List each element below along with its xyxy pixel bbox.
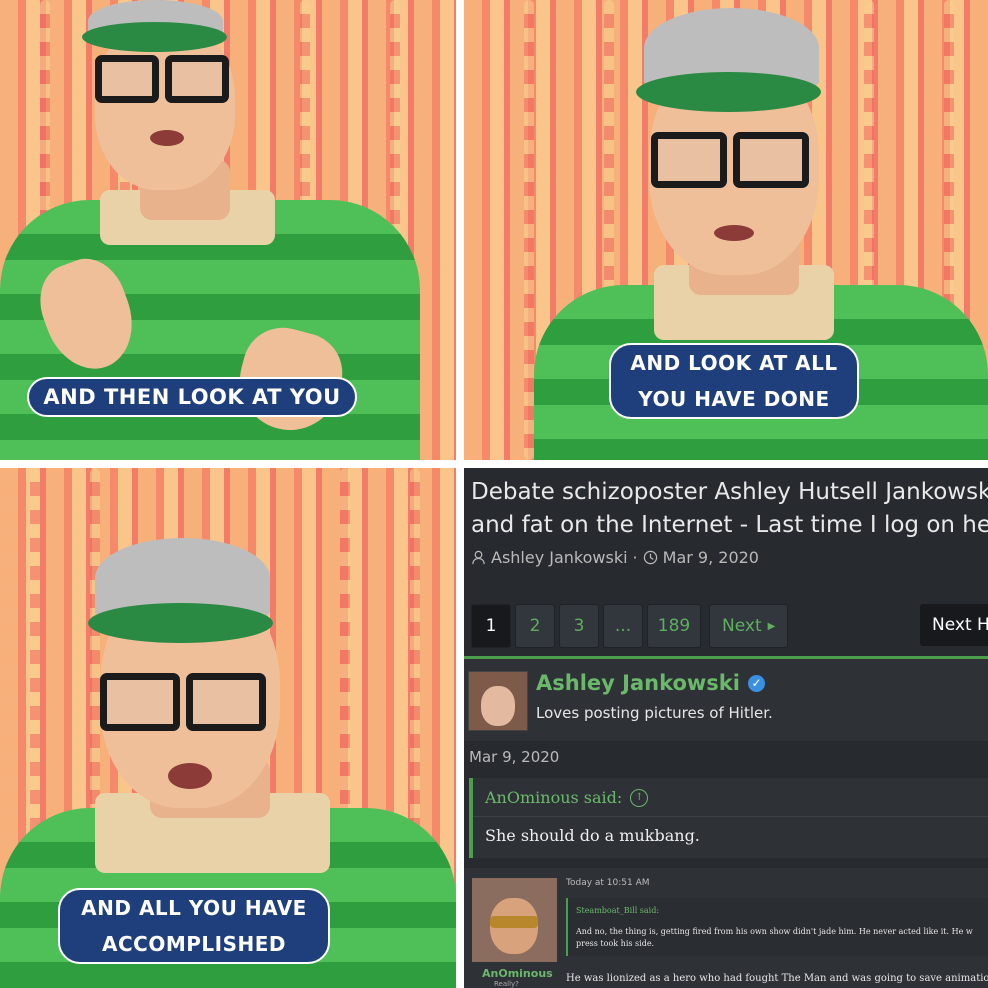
caption-line: ACCOMPLISHED: [102, 932, 286, 956]
clock-icon: [643, 550, 657, 565]
caption-line: AND LOOK AT ALL: [630, 351, 838, 375]
quote-header[interactable]: AnOminous said: ↑: [485, 788, 649, 807]
page-2-button[interactable]: 2: [515, 604, 555, 648]
caret-right-icon: ▶: [767, 620, 776, 632]
pagination: 1 2 3 ... 189 Next ▶: [471, 604, 789, 648]
post-body: He was lionized as a hero who had fought…: [566, 973, 988, 984]
quote-author[interactable]: Steamboat_Bill said:: [576, 906, 659, 915]
page-last-button[interactable]: 189: [647, 604, 701, 648]
cap-brim: [88, 603, 273, 643]
quote-divider: [473, 816, 988, 817]
thread-title-line: and fat on the Internet - Last time I lo…: [471, 512, 988, 538]
quote-block: Steamboat_Bill said: And no, the thing i…: [566, 898, 988, 956]
thread-author[interactable]: Ashley Jankowski: [491, 548, 628, 567]
post-date[interactable]: Mar 9, 2020: [469, 748, 559, 766]
meme-panel-2: AND LOOK AT ALL YOU HAVE DONE: [464, 0, 988, 460]
mouth: [168, 763, 212, 789]
cap-brim: [636, 72, 821, 112]
thread-title-line: Debate schizoposter Ashley Hutsell Janko…: [471, 479, 988, 505]
page-ellipsis-button[interactable]: ...: [603, 604, 643, 648]
quote-text: And no, the thing is, getting fired from…: [576, 926, 986, 950]
quote-author: AnOminous said:: [485, 788, 623, 807]
mouth: [150, 130, 184, 146]
meta-separator: ·: [632, 548, 638, 567]
arrow-up-circle-icon[interactable]: ↑: [630, 788, 649, 807]
glasses-icon: [651, 132, 809, 188]
post-username-label: Ashley Jankowski: [536, 671, 740, 695]
forum-screenshot: Debate schizoposter Ashley Hutsell Janko…: [464, 468, 988, 988]
meme-panel-1: AND THEN LOOK AT YOU: [0, 0, 456, 460]
verified-badge-icon: ✓: [747, 674, 765, 692]
mouth: [714, 225, 754, 241]
post-username[interactable]: AnOminous: [482, 967, 553, 980]
page-1-button[interactable]: 1: [471, 604, 511, 648]
caption-panel-1: AND THEN LOOK AT YOU: [27, 377, 357, 417]
thread-date[interactable]: Mar 9, 2020: [663, 548, 759, 567]
post-username[interactable]: Ashley Jankowski ✓: [536, 671, 765, 695]
glasses-icon: [95, 55, 229, 103]
cap-brim: [82, 22, 227, 52]
post-timestamp[interactable]: Today at 10:51 AM: [566, 878, 650, 888]
quote-line: And no, the thing is, getting fired from…: [576, 927, 973, 936]
user-title: Really?: [494, 980, 519, 988]
caption-panel-3: AND ALL YOU HAVE ACCOMPLISHED: [58, 888, 330, 964]
quote-line: press took his side.: [576, 939, 655, 948]
next-page-button[interactable]: Next ▶: [709, 604, 789, 648]
avatar[interactable]: [468, 671, 528, 731]
caption-panel-2: AND LOOK AT ALL YOU HAVE DONE: [609, 343, 859, 419]
page-3-button[interactable]: 3: [559, 604, 599, 648]
quote-text: She should do a mukbang.: [485, 826, 700, 845]
quote-block: AnOminous said: ↑ She should do a mukban…: [469, 778, 988, 858]
post-header: Ashley Jankowski ✓ Loves posting picture…: [464, 656, 988, 741]
glasses-icon: [100, 673, 266, 731]
embedded-post: AnOminous Really? Today at 10:51 AM Stea…: [464, 868, 988, 988]
user-icon: [472, 550, 485, 565]
meme-panel-3: AND ALL YOU HAVE ACCOMPLISHED: [0, 468, 456, 988]
next-label: Next: [722, 616, 762, 636]
avatar-face: [481, 686, 515, 726]
caption-line: AND ALL YOU HAVE: [81, 896, 307, 920]
caption-line: YOU HAVE DONE: [638, 387, 830, 411]
thread-title[interactable]: Debate schizoposter Ashley Hutsell Janko…: [471, 476, 988, 542]
user-tagline: Loves posting pictures of Hitler.: [536, 704, 773, 722]
sunglasses-icon: [490, 916, 538, 928]
avatar[interactable]: [472, 878, 557, 962]
thread-meta: Ashley Jankowski · Mar 9, 2020: [471, 548, 759, 567]
next-thread-button[interactable]: Next H: [920, 604, 988, 646]
